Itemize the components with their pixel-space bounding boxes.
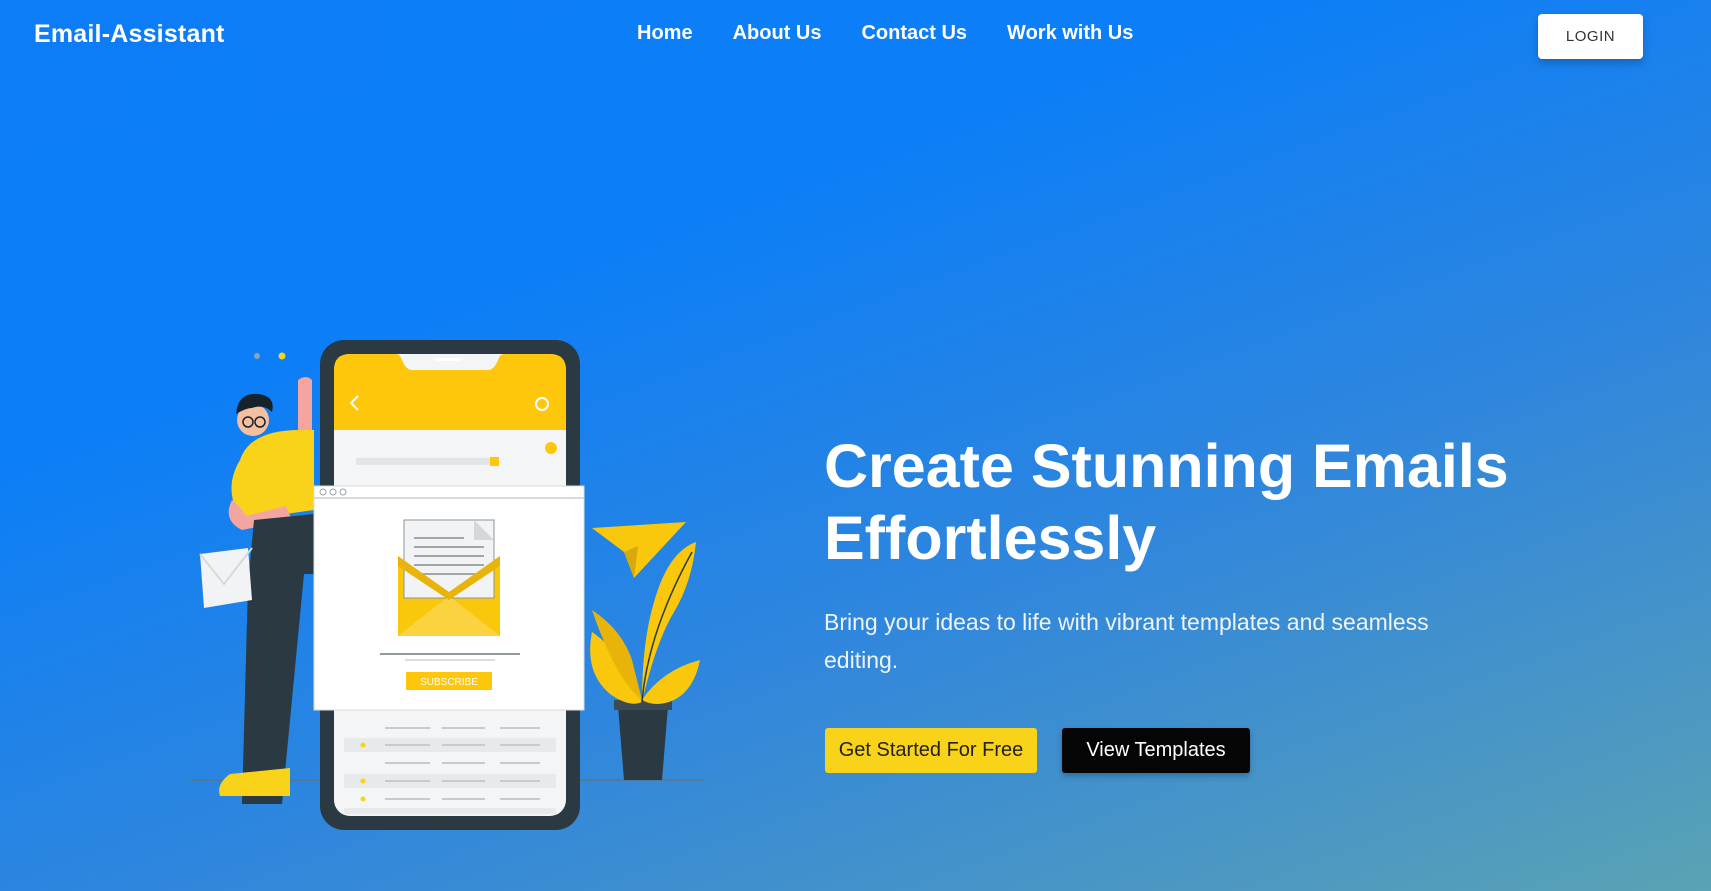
decor-dot <box>254 353 260 359</box>
nav-link-contact-us[interactable]: Contact Us <box>861 22 967 45</box>
subscribe-label: SUBSCRIBE <box>420 677 478 688</box>
hero-illustration: SUBSCRIBE <box>190 340 705 830</box>
navbar: Email-Assistant Home About Us Contact Us… <box>0 0 1711 74</box>
brand-logo[interactable]: Email-Assistant <box>34 20 225 49</box>
envelope-icon: SUBSCRIBE <box>313 485 585 711</box>
login-button[interactable]: LOGIN <box>1538 14 1643 59</box>
hero-title: Create Stunning Emails Effortlessly <box>824 432 1509 572</box>
person-icon <box>199 377 314 804</box>
get-started-button[interactable]: Get Started For Free <box>825 728 1037 773</box>
view-templates-button[interactable]: View Templates <box>1062 728 1250 773</box>
nav-link-about-us[interactable]: About Us <box>733 22 822 45</box>
nav-link-home[interactable]: Home <box>637 22 693 45</box>
nav-link-work-with-us[interactable]: Work with Us <box>1007 22 1133 45</box>
hero-subtitle: Bring your ideas to life with vibrant te… <box>824 609 1429 673</box>
decor-dot <box>278 352 286 360</box>
plant-icon <box>590 542 700 780</box>
main-nav: Home About Us Contact Us Work with Us <box>637 22 1173 45</box>
